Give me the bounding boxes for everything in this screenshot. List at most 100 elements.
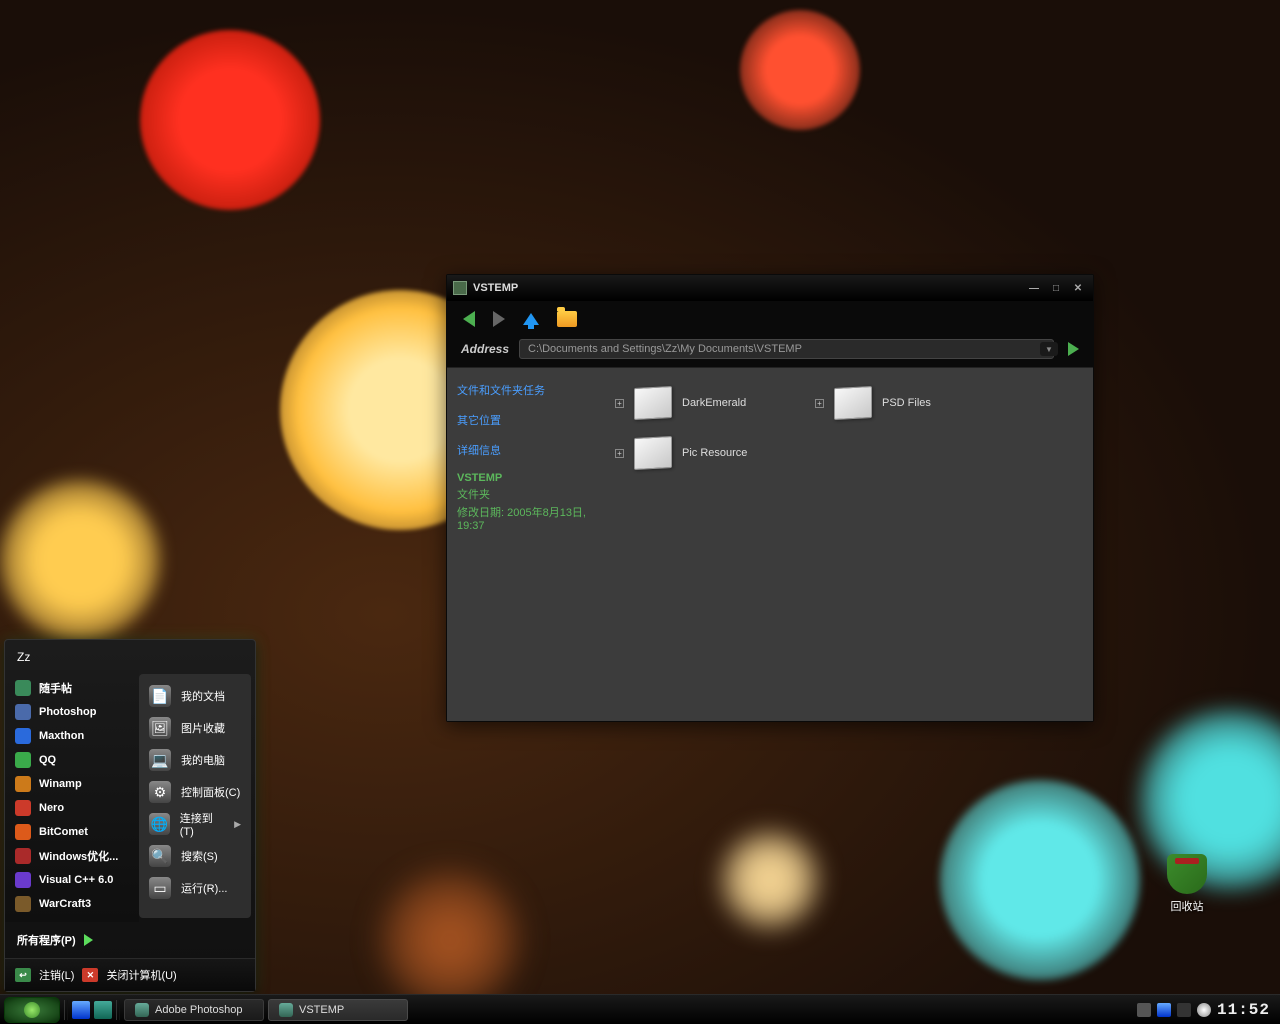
- window-title: VSTEMP: [473, 282, 518, 294]
- start-place-item[interactable]: 💻我的电脑: [139, 744, 251, 776]
- pinned-app[interactable]: Maxthon: [5, 724, 139, 748]
- folder-icon: [634, 436, 672, 470]
- task-icon: [135, 1003, 149, 1017]
- folders-button[interactable]: [557, 311, 577, 327]
- chevron-right-icon: ▶: [234, 819, 241, 830]
- taskbar: Adobe PhotoshopVSTEMP 11:52: [0, 994, 1280, 1024]
- app-icon: [15, 728, 31, 744]
- pinned-app[interactable]: Winamp: [5, 772, 139, 796]
- recycle-bin-label: 回收站: [1152, 898, 1222, 914]
- folder-name: Pic Resource: [682, 447, 747, 459]
- back-button[interactable]: [463, 311, 475, 327]
- task-icon: [279, 1003, 293, 1017]
- quick-launch-desktop[interactable]: [72, 1001, 90, 1019]
- addressbar: Address C:\Documents and Settings\Zz\My …: [447, 337, 1093, 367]
- pinned-app[interactable]: Windows优化...: [5, 844, 139, 868]
- sidebar-detail-title: VSTEMP: [457, 472, 601, 484]
- pinned-app[interactable]: WarCraft3: [5, 892, 139, 916]
- tray-volume-icon[interactable]: [1177, 1003, 1191, 1017]
- folder-item[interactable]: + Pic Resource: [611, 428, 811, 478]
- app-icon: [15, 704, 31, 720]
- folder-name: DarkEmerald: [682, 397, 746, 409]
- place-icon: 🔍: [149, 845, 171, 867]
- maximize-button[interactable]: □: [1047, 281, 1065, 295]
- recycle-bin-icon[interactable]: 回收站: [1152, 854, 1222, 914]
- window-icon: [453, 281, 467, 295]
- app-icon: [15, 680, 31, 696]
- start-place-item[interactable]: 🔍搜索(S): [139, 840, 251, 872]
- start-place-item[interactable]: ⚙控制面板(C): [139, 776, 251, 808]
- place-icon: 🖼: [149, 717, 171, 739]
- sidebar-detail-type: 文件夹: [457, 486, 601, 502]
- explorer-window: VSTEMP — □ ✕ Address C:\Documents and Se…: [446, 274, 1094, 722]
- place-icon: 💻: [149, 749, 171, 771]
- titlebar[interactable]: VSTEMP — □ ✕: [447, 275, 1093, 301]
- address-dropdown[interactable]: ▼: [1040, 342, 1058, 356]
- address-label: Address: [461, 342, 509, 356]
- explorer-sidebar: 文件和文件夹任务 其它位置 详细信息 VSTEMP 文件夹 修改日期: 2005…: [447, 368, 611, 721]
- place-icon: 🌐: [149, 813, 170, 835]
- shutdown-icon: ✕: [82, 968, 98, 982]
- pinned-app[interactable]: QQ: [5, 748, 139, 772]
- go-button[interactable]: [1068, 342, 1079, 356]
- app-icon: [15, 848, 31, 864]
- app-icon: [15, 800, 31, 816]
- explorer-content[interactable]: + DarkEmerald + PSD Files + Pic Resource: [611, 368, 1093, 721]
- place-icon: ⚙: [149, 781, 171, 803]
- folder-item[interactable]: + DarkEmerald: [611, 378, 811, 428]
- chevron-right-icon: [84, 934, 93, 946]
- start-place-item[interactable]: 🖼图片收藏: [139, 712, 251, 744]
- taskbar-task[interactable]: Adobe Photoshop: [124, 999, 264, 1021]
- sidebar-detail-modified: 修改日期: 2005年8月13日, 19:37: [457, 504, 601, 532]
- start-place-item[interactable]: ▭运行(R)...: [139, 872, 251, 904]
- pinned-app[interactable]: BitComet: [5, 820, 139, 844]
- pinned-app[interactable]: Nero: [5, 796, 139, 820]
- folder-icon: [834, 386, 872, 420]
- sidebar-places-header[interactable]: 其它位置: [457, 412, 601, 428]
- minimize-button[interactable]: —: [1025, 281, 1043, 295]
- sidebar-details-header[interactable]: 详细信息: [457, 442, 601, 458]
- app-icon: [15, 824, 31, 840]
- shutdown-button[interactable]: 关闭计算机(U): [106, 967, 176, 983]
- tray-lang-icon[interactable]: [1137, 1003, 1151, 1017]
- tray-clock-icon[interactable]: [1197, 1003, 1211, 1017]
- app-icon: [15, 752, 31, 768]
- place-icon: 📄: [149, 685, 171, 707]
- pinned-app[interactable]: Visual C++ 6.0: [5, 868, 139, 892]
- forward-button[interactable]: [493, 311, 505, 327]
- expand-icon[interactable]: +: [615, 399, 624, 408]
- logoff-button[interactable]: 注销(L): [39, 967, 74, 983]
- up-button[interactable]: [523, 313, 539, 325]
- tray-app-icon[interactable]: [1157, 1003, 1171, 1017]
- start-menu-username: Zz: [5, 640, 255, 670]
- start-menu-pinned: 随手帖PhotoshopMaxthonQQWinampNeroBitCometW…: [5, 670, 139, 922]
- app-icon: [15, 896, 31, 912]
- expand-icon[interactable]: +: [615, 449, 624, 458]
- toolbar: [447, 301, 1093, 337]
- taskbar-task[interactable]: VSTEMP: [268, 999, 408, 1021]
- quick-launch-app[interactable]: [94, 1001, 112, 1019]
- address-input[interactable]: C:\Documents and Settings\Zz\My Document…: [519, 339, 1054, 359]
- start-menu-footer: ↩ 注销(L) ✕ 关闭计算机(U): [5, 958, 255, 991]
- start-place-item[interactable]: 📄我的文档: [139, 680, 251, 712]
- system-tray: 11:52: [1137, 1001, 1276, 1019]
- pinned-app[interactable]: 随手帖: [5, 676, 139, 700]
- start-place-item[interactable]: 🌐连接到(T)▶: [139, 808, 251, 840]
- folder-name: PSD Files: [882, 397, 931, 409]
- all-programs-button[interactable]: 所有程序(P): [5, 922, 255, 958]
- sidebar-tasks-header[interactable]: 文件和文件夹任务: [457, 382, 601, 398]
- folder-item[interactable]: + PSD Files: [811, 378, 1011, 428]
- logoff-icon: ↩: [15, 968, 31, 982]
- close-button[interactable]: ✕: [1069, 281, 1087, 295]
- expand-icon[interactable]: +: [815, 399, 824, 408]
- place-icon: ▭: [149, 877, 171, 899]
- pinned-app[interactable]: Photoshop: [5, 700, 139, 724]
- app-icon: [15, 872, 31, 888]
- start-menu-places: 📄我的文档🖼图片收藏💻我的电脑⚙控制面板(C)🌐连接到(T)▶🔍搜索(S)▭运行…: [139, 674, 251, 918]
- trash-icon: [1167, 854, 1207, 894]
- start-button[interactable]: [4, 997, 60, 1023]
- app-icon: [15, 776, 31, 792]
- folder-icon: [634, 386, 672, 420]
- taskbar-clock[interactable]: 11:52: [1217, 1001, 1270, 1019]
- start-menu: Zz 随手帖PhotoshopMaxthonQQWinampNeroBitCom…: [4, 639, 256, 992]
